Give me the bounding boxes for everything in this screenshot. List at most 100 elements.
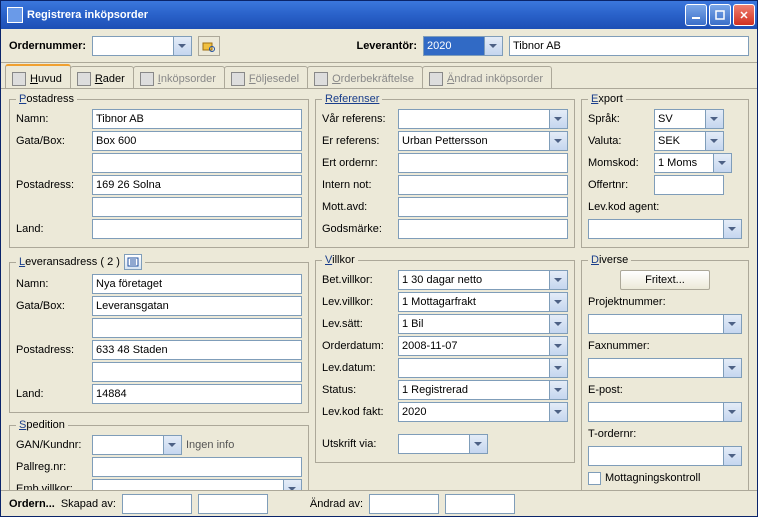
- pallreg-label: Pallreg.nr:: [16, 461, 88, 473]
- gan-combo[interactable]: [92, 435, 182, 455]
- postadress-legend: Postadress: [16, 93, 77, 105]
- tab-huvud[interactable]: Huvud: [5, 64, 71, 88]
- lev-post-label: Postadress:: [16, 344, 88, 356]
- offert-label: Offertnr:: [588, 179, 650, 191]
- referenser-legend: Referenser: [322, 93, 382, 105]
- ertorder-label: Ert ordernr:: [322, 157, 394, 169]
- export-legend: Export: [588, 93, 626, 105]
- offert-field[interactable]: [654, 175, 724, 195]
- tab-strip: Huvud Rader Inköpsorder Följesedel Order…: [1, 63, 757, 89]
- orderdatum-combo[interactable]: 2008-11-07: [398, 336, 568, 356]
- lev-post2-field[interactable]: [92, 362, 302, 382]
- lev-post-field[interactable]: 633 48 Staden: [92, 340, 302, 360]
- skapad-field-2: [198, 494, 268, 514]
- moms-label: Momskod:: [588, 157, 650, 169]
- namn-field[interactable]: Tibnor AB: [92, 109, 302, 129]
- projekt-combo[interactable]: [588, 314, 742, 334]
- pallreg-field[interactable]: [92, 457, 302, 477]
- varref-combo[interactable]: [398, 109, 568, 129]
- valuta-combo[interactable]: SEK: [654, 131, 724, 151]
- referenser-group: Referenser Vår referens: Er referens:Urb…: [315, 93, 575, 248]
- levdatum-combo[interactable]: [398, 358, 568, 378]
- minimize-button[interactable]: [685, 4, 707, 26]
- ertorder-field[interactable]: [398, 153, 568, 173]
- ordernummer-combo[interactable]: [92, 36, 192, 56]
- tab-rader[interactable]: Rader: [70, 66, 134, 88]
- bet-label: Bet.villkor:: [322, 274, 394, 286]
- header-row: Ordernummer: Leverantör: 2020 Tibnor AB: [1, 29, 757, 63]
- bet-combo[interactable]: 1 30 dagar netto: [398, 270, 568, 290]
- torder-combo[interactable]: [588, 446, 742, 466]
- levvillkor-combo[interactable]: 1 Mottagarfrakt: [398, 292, 568, 312]
- postadress-group: Postadress Namn:Tibnor AB Gata/Box:Box 6…: [9, 93, 309, 248]
- tab-orderbekraftelse[interactable]: Orderbekräftelse: [307, 66, 423, 88]
- levkodfakt-combo[interactable]: 2020: [398, 402, 568, 422]
- intern-field[interactable]: [398, 175, 568, 195]
- close-button[interactable]: [733, 4, 755, 26]
- epost-combo[interactable]: [588, 402, 742, 422]
- skapad-field-1: [122, 494, 192, 514]
- leveransadress-legend: Leveransadress ( 2 ): [16, 254, 145, 270]
- mott-field[interactable]: [398, 197, 568, 217]
- lookup-button[interactable]: [198, 36, 220, 56]
- gata2-field[interactable]: [92, 153, 302, 173]
- land-field[interactable]: [92, 219, 302, 239]
- fritext-button[interactable]: Fritext...: [620, 270, 710, 290]
- levagent-label: Lev.kod agent:: [588, 201, 742, 213]
- tab-inkopsorder[interactable]: Inköpsorder: [133, 66, 225, 88]
- maximize-button[interactable]: [709, 4, 731, 26]
- diverse-legend: Diverse: [588, 254, 631, 266]
- tab-andrad-inkopsorder[interactable]: Ändrad inköpsorder: [422, 66, 552, 88]
- ordernummer-label: Ordernummer:: [9, 40, 86, 52]
- emb-label: Emb.villkor:: [16, 483, 88, 490]
- emb-combo[interactable]: [92, 479, 302, 490]
- status-combo[interactable]: 1 Registrerad: [398, 380, 568, 400]
- lev-land-field[interactable]: 14884: [92, 384, 302, 404]
- list-icon: [127, 257, 139, 267]
- mott-label: Mott.avd:: [322, 201, 394, 213]
- skapad-label: Skapad av:: [61, 498, 116, 510]
- leveransadress-pick-button[interactable]: [124, 254, 142, 270]
- ordern-label: Ordern...: [9, 498, 55, 510]
- main-content: Postadress Namn: Tibnor AB Gata/Box: Box 6…: [1, 89, 757, 490]
- tab-foljesedel[interactable]: Följesedel: [224, 66, 308, 88]
- utskrift-combo[interactable]: [398, 434, 488, 454]
- spedition-group: Spedition GAN/Kundnr:Ingen info Pallreg.…: [9, 419, 309, 490]
- postadress-label: Postadress:: [16, 179, 88, 191]
- projekt-label: Projektnummer:: [588, 296, 666, 308]
- doc-icon: [314, 72, 328, 86]
- villkor-legend: Villkor: [322, 254, 358, 266]
- intern-label: Intern not:: [322, 179, 394, 191]
- moms-combo[interactable]: 1 Moms: [654, 153, 732, 173]
- levagent-combo[interactable]: [588, 219, 742, 239]
- lev-land-label: Land:: [16, 388, 88, 400]
- spedition-legend: Spedition: [16, 419, 68, 431]
- gata-label: Gata/Box:: [16, 135, 88, 147]
- post2-field[interactable]: [92, 197, 302, 217]
- land-label: Land:: [16, 223, 88, 235]
- gata-field[interactable]: Box 600: [92, 131, 302, 151]
- lev-namn-field[interactable]: Nya företaget: [92, 274, 302, 294]
- erref-combo[interactable]: Urban Pettersson: [398, 131, 568, 151]
- sprak-label: Språk:: [588, 113, 650, 125]
- epost-label: E-post:: [588, 384, 623, 396]
- lev-gata-field[interactable]: Leveransgatan: [92, 296, 302, 316]
- leverantor-name-field[interactable]: Tibnor AB: [509, 36, 749, 56]
- leverantor-label: Leverantör:: [356, 40, 417, 52]
- leveransadress-group: Leveransadress ( 2 ) Namn:Nya företaget …: [9, 254, 309, 413]
- sprak-combo[interactable]: SV: [654, 109, 724, 129]
- lev-gata2-field[interactable]: [92, 318, 302, 338]
- form-icon: [12, 72, 26, 86]
- mottagning-checkbox[interactable]: Mottagningskontroll: [588, 468, 742, 488]
- gan-info: Ingen info: [186, 439, 234, 451]
- levsatt-label: Lev.sätt:: [322, 318, 394, 330]
- grid-icon: [77, 72, 91, 86]
- levsatt-combo[interactable]: 1 Bil: [398, 314, 568, 334]
- window-title: Registrera inköpsorder: [27, 9, 148, 21]
- fax-combo[interactable]: [588, 358, 742, 378]
- post-field[interactable]: 169 26 Solna: [92, 175, 302, 195]
- gods-field[interactable]: [398, 219, 568, 239]
- doc-icon: [231, 72, 245, 86]
- leverantor-code-combo[interactable]: 2020: [423, 36, 503, 56]
- lev-namn-label: Namn:: [16, 278, 88, 290]
